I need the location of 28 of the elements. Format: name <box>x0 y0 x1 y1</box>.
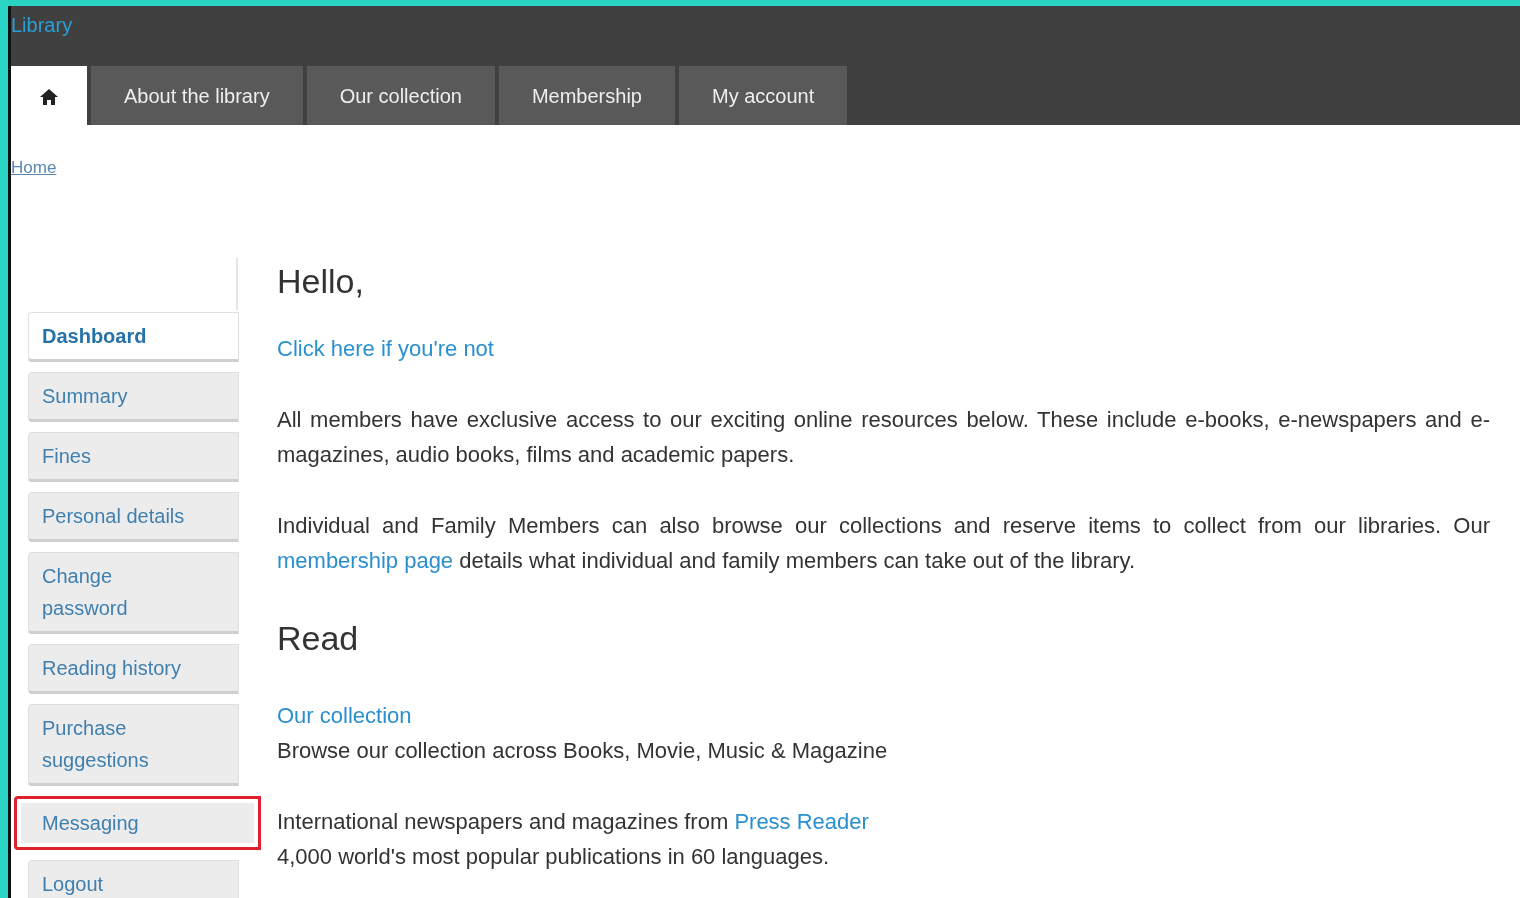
nav-tab[interactable]: About the library <box>91 66 303 125</box>
sidebar-item[interactable]: Change password <box>28 551 239 634</box>
resource-text: 4,000 world's most popular publications in 60 languages. <box>277 842 831 871</box>
home-icon <box>39 88 59 107</box>
sidebar-item[interactable]: Summary <box>28 371 239 422</box>
paragraph: All members have exclusive access to our exciting online resources below. These include e-books, e-newspapers and e-magazines, audio books, films and academic papers. <box>277 405 1490 469</box>
resource-text: International newspapers and magazines from Press Reader <box>277 807 870 836</box>
nav-tab[interactable]: Membership <box>498 66 675 125</box>
text-link[interactable]: Press Reader <box>734 808 869 834</box>
paragraph: Individual and Family Members can also browse our collections and reserve items to collect from our libraries. Our membership page details what individual and family members can take out of the library. <box>277 511 1490 575</box>
resource-text: Browse our collection across Books, Movie, Music & Magazine <box>277 736 889 765</box>
home-tab[interactable] <box>11 66 87 125</box>
section-heading: Read <box>277 617 360 658</box>
sidebar-item[interactable]: Dashboard <box>28 311 239 362</box>
sidebar-item[interactable]: Purchase suggestions <box>28 703 239 786</box>
sidebar-item[interactable]: Fines <box>28 431 239 482</box>
sidebar-item[interactable]: Logout <box>28 859 239 898</box>
resource-link[interactable]: Our collection <box>277 697 1490 733</box>
greeting-heading: Hello, <box>277 260 365 301</box>
sidebar-item[interactable]: Messaging <box>14 795 261 850</box>
not-you-link[interactable]: Click here if you're not <box>277 330 494 366</box>
text-link[interactable]: membership page <box>277 547 454 573</box>
breadcrumb-link[interactable]: Home <box>11 125 57 181</box>
site-title[interactable]: Library <box>11 6 73 66</box>
sidebar-item[interactable]: Reading history <box>28 643 239 694</box>
sidebar-item[interactable]: Personal details <box>28 491 239 542</box>
nav-tab[interactable]: My account <box>678 66 848 125</box>
nav-tab[interactable]: Our collection <box>306 66 495 125</box>
